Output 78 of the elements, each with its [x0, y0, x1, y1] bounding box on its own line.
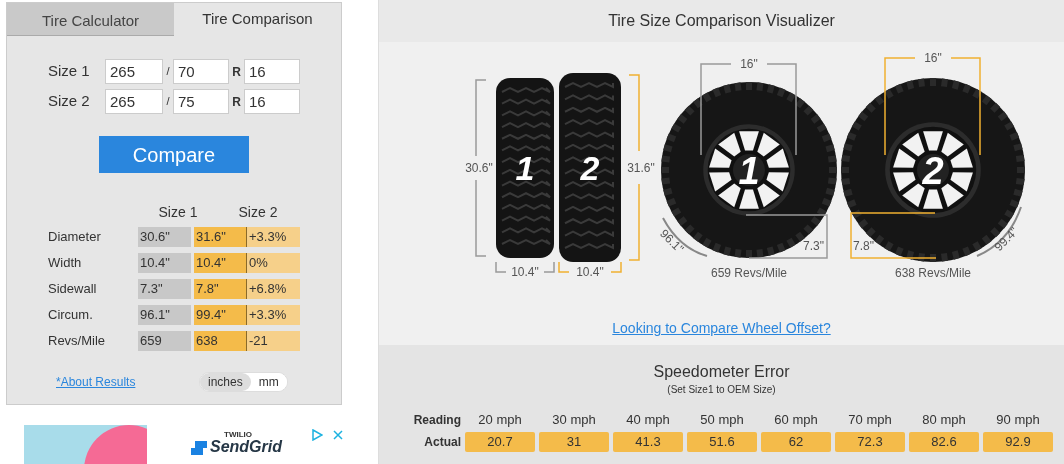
tab[interactable]: Tire Calculator: [7, 3, 174, 36]
column-header: Size 2: [237, 203, 279, 222]
width-input[interactable]: 265: [105, 59, 163, 84]
tire-number: 1: [515, 149, 535, 187]
actual-value: 51.6: [687, 432, 757, 452]
row-label: Reading: [412, 412, 461, 429]
row-label: Width: [48, 254, 83, 273]
size-label: Size 2: [48, 91, 91, 112]
sidewall-label: 7.3": [803, 239, 824, 253]
close-icon[interactable]: [333, 430, 343, 440]
table-cell: 10.4": [194, 253, 247, 273]
reading-label: 40 mph: [625, 411, 671, 429]
actual-value: 82.6: [909, 432, 979, 452]
table-cell: 99.4": [194, 305, 247, 325]
compare-button[interactable]: Compare: [99, 136, 249, 173]
table-cell: +3.3%: [247, 227, 300, 247]
r-text: R: [231, 93, 242, 111]
height-label: 30.6": [465, 161, 493, 175]
size-label: Size 1: [48, 61, 91, 82]
wheel-number: 1: [738, 150, 760, 192]
table-cell: 96.1": [138, 305, 191, 325]
slash-text: /: [165, 64, 171, 80]
actual-value: 31: [539, 432, 609, 452]
rim-input[interactable]: 16: [244, 89, 300, 114]
ratio-input[interactable]: 75: [173, 89, 229, 114]
width-input[interactable]: 265: [105, 89, 163, 114]
width-label: 10.4": [511, 265, 539, 279]
speedometer-title: Speedometer Error: [653, 362, 790, 382]
reading-label: 20 mph: [477, 411, 523, 429]
actual-value: 92.9: [983, 432, 1053, 452]
logo-small-text: TWILIO: [224, 431, 253, 439]
table-cell: 30.6": [138, 227, 191, 247]
column-header: Size 1: [157, 203, 199, 222]
logo-icon: [191, 441, 207, 455]
slash-text: /: [165, 94, 171, 110]
row-label: Revs/Mile: [48, 332, 107, 351]
tab[interactable]: Tire Comparison: [174, 3, 341, 36]
wheel-number: 2: [922, 150, 944, 192]
revs-label: 638 Revs/Mile: [895, 266, 971, 280]
rim-label: 16": [924, 51, 942, 65]
rim-label: 16": [740, 57, 758, 71]
row-label: Sidewall: [48, 280, 98, 299]
row-label: Diameter: [48, 228, 102, 247]
reading-label: 50 mph: [699, 411, 745, 429]
actual-value: 72.3: [835, 432, 905, 452]
reading-label: 70 mph: [847, 411, 893, 429]
table-cell: 31.6": [194, 227, 247, 247]
table-cell: +3.3%: [247, 305, 300, 325]
height-label: 31.6": [627, 160, 655, 175]
table-cell: +6.8%: [247, 279, 300, 299]
unit-option[interactable]: inches: [200, 373, 251, 391]
table-cell: -21: [247, 331, 300, 351]
ratio-input[interactable]: 70: [173, 59, 229, 84]
reading-label: 90 mph: [995, 411, 1041, 429]
actual-value: 62: [761, 432, 831, 452]
row-label: Actual: [423, 434, 461, 451]
r-text: R: [231, 63, 242, 81]
tire-number: 2: [580, 148, 600, 187]
table-cell: 659: [138, 331, 191, 351]
logo-text: SendGrid: [210, 439, 282, 455]
table-cell: 638: [194, 331, 247, 351]
width-label: 10.4": [576, 265, 604, 279]
table-cell: 7.3": [138, 279, 191, 299]
reading-label: 80 mph: [921, 411, 967, 429]
revs-label: 659 Revs/Mile: [711, 266, 787, 280]
ad-choices-icon[interactable]: [312, 429, 323, 441]
reading-label: 30 mph: [551, 411, 597, 429]
row-label: Circum.: [48, 306, 94, 325]
reading-label: 60 mph: [773, 411, 819, 429]
visualizer-title: Tire Size Comparison Visualizer: [608, 11, 835, 31]
sidewall-label: 7.8": [853, 239, 874, 253]
table-cell: 0%: [247, 253, 300, 273]
speedometer-subtitle: (Set Size1 to OEM Size): [667, 383, 776, 397]
table-cell: 7.8": [194, 279, 247, 299]
actual-value: 41.3: [613, 432, 683, 452]
rim-input[interactable]: 16: [244, 59, 300, 84]
actual-value: 20.7: [465, 432, 535, 452]
table-cell: 10.4": [138, 253, 191, 273]
